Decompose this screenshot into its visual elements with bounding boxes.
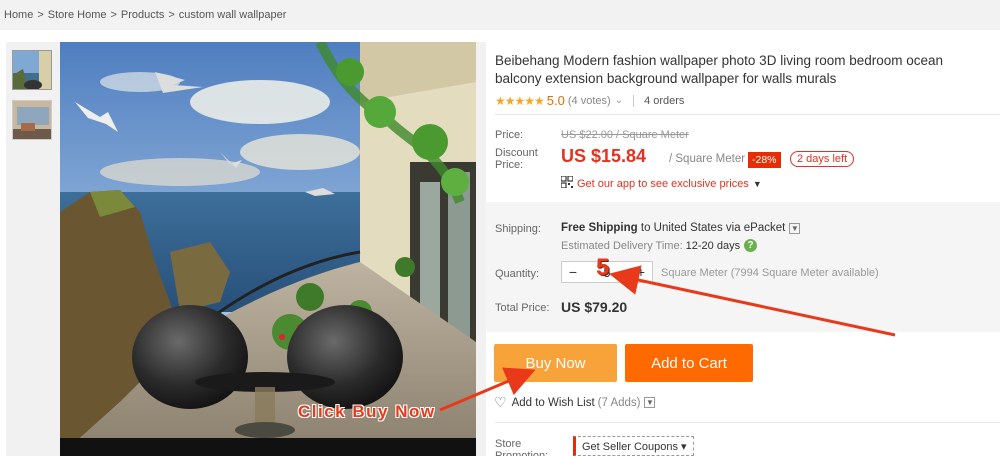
free-shipping-text: Free Shipping: [561, 222, 638, 234]
breadcrumb-bar: Home > Store Home > Products > custom wall wal…: [0, 0, 1000, 30]
help-icon[interactable]: ?: [744, 239, 758, 252]
increase-button[interactable]: +: [630, 264, 652, 280]
decrease-button[interactable]: −: [562, 264, 584, 280]
divider: [633, 94, 635, 107]
delivery-label: Estimated Delivery Time:: [561, 239, 683, 252]
buy-now-button[interactable]: Buy Now: [494, 344, 617, 382]
breadcrumb-products[interactable]: Products: [121, 9, 164, 21]
product-info-panel: Beibehang Modern fashion wallpaper photo…: [486, 42, 1000, 456]
total-price-label: Total Price:: [495, 302, 550, 314]
star-rating-icon: ★★★★★: [495, 93, 545, 108]
caret-down-icon: ▼: [752, 178, 762, 189]
breadcrumb: Home > Store Home > Products > custom wall wal…: [4, 9, 287, 21]
estimated-delivery: Estimated Delivery Time: 12-20 days ?: [561, 239, 758, 252]
discount-price-label: Discount Price:: [495, 147, 538, 171]
shipping-method[interactable]: Free Shipping to United States via ePack…: [561, 222, 801, 234]
divider: [495, 422, 1000, 423]
time-left-badge: 2 days left: [790, 151, 855, 167]
chevron-down-icon[interactable]: ▼: [789, 222, 801, 234]
rating-value[interactable]: 5.0: [547, 93, 565, 108]
qr-code-icon: [560, 175, 574, 191]
order-count: 4 orders: [644, 94, 685, 107]
heart-icon: ♡: [494, 394, 507, 410]
rating-row: ★★★★★ 5.0 (4 votes) ⌄ 4 orders: [495, 93, 684, 108]
shipping-destination: to United States via ePacket: [640, 222, 786, 234]
current-price: US $15.84: [561, 146, 647, 166]
delivery-value: 12-20 days: [685, 239, 741, 252]
breadcrumb-category[interactable]: custom wall wallpaper: [179, 9, 287, 21]
product-title: Beibehang Modern fashion wallpaper photo…: [495, 53, 944, 86]
store-promotion-label: Store Promotion:: [495, 438, 549, 456]
discount-badge: -28%: [748, 152, 781, 168]
chevron-down-icon[interactable]: ⌄: [615, 95, 623, 106]
quantity-callout-annotation: 5: [596, 254, 610, 281]
app-promo-text: Get our app to see exclusive prices: [577, 177, 749, 190]
app-promo-link[interactable]: Get our app to see exclusive prices ▼: [560, 175, 762, 191]
total-price: US $79.20: [561, 299, 628, 315]
thumbnail-1[interactable]: [12, 50, 52, 90]
price-unit: / Square Meter: [669, 153, 746, 165]
add-to-wishlist[interactable]: ♡ Add to Wish List (7 Adds) ▼: [494, 394, 656, 411]
price-label: Price:: [495, 129, 524, 141]
wishlist-count: (7 Adds): [597, 396, 641, 409]
breadcrumb-home[interactable]: Home: [4, 9, 33, 21]
breadcrumb-store-home[interactable]: Store Home: [48, 9, 107, 21]
shipping-label: Shipping:: [495, 223, 541, 235]
wishlist-label: Add to Wish List: [511, 396, 595, 409]
divider: [495, 114, 1000, 115]
original-price: US $22.00 / Square Meter: [561, 129, 689, 141]
add-to-cart-button[interactable]: Add to Cart: [625, 344, 753, 382]
click-buy-now-annotation: Click Buy Now: [298, 402, 436, 421]
thumbnail-2[interactable]: [12, 100, 52, 140]
chevron-down-icon[interactable]: ▼: [644, 397, 656, 408]
product-main-image[interactable]: [60, 42, 476, 456]
availability-text: Square Meter (7994 Square Meter availabl…: [661, 267, 879, 279]
vote-count[interactable]: (4 votes): [568, 95, 611, 107]
seller-coupons-button[interactable]: Get Seller Coupons ▾: [573, 436, 694, 456]
quantity-label: Quantity:: [495, 268, 540, 280]
